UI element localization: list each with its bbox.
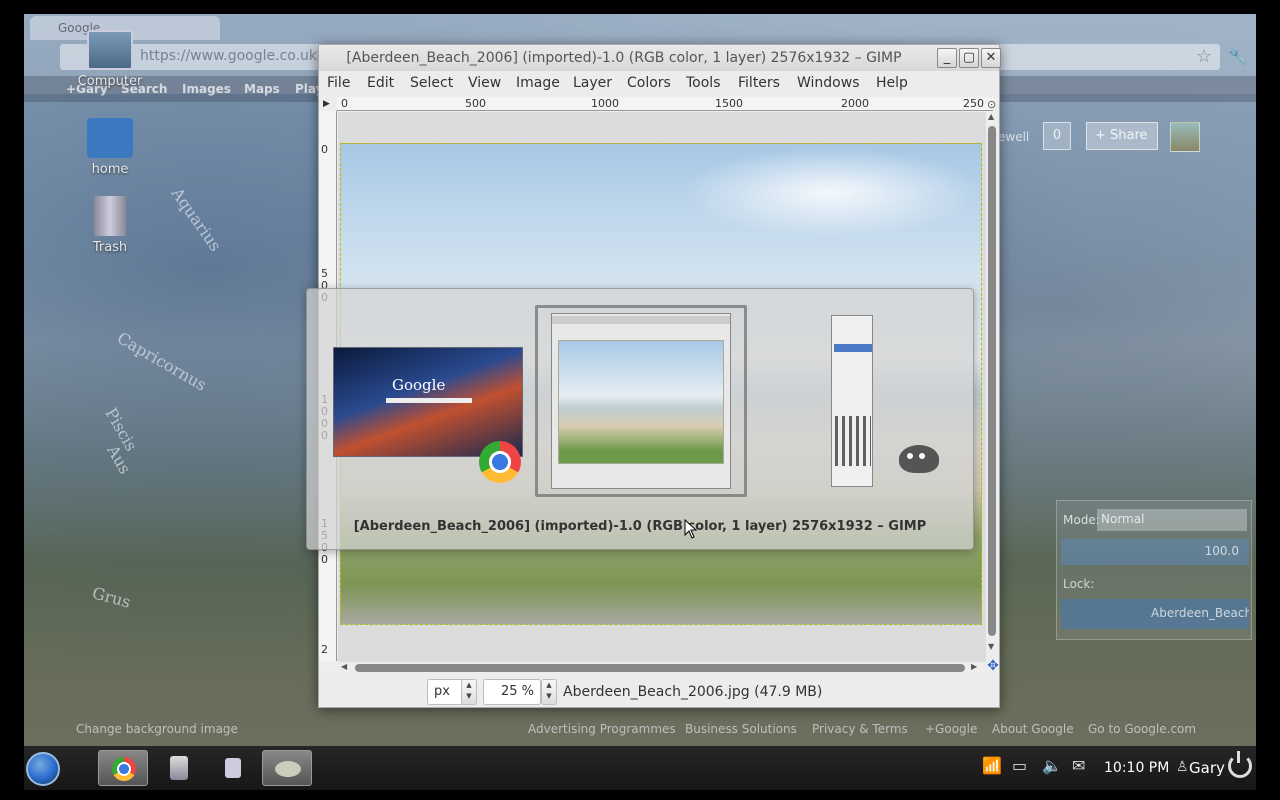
switcher-gimp-window[interactable] — [551, 313, 731, 489]
bookmark-star-icon[interactable]: ☆ — [1196, 46, 1212, 67]
zoom-spinner[interactable]: ▲ ▼ — [541, 679, 557, 705]
unit-spinner[interactable]: ▲ ▼ — [461, 679, 477, 705]
scroll-thumb[interactable] — [355, 664, 965, 672]
app-launcher-icon[interactable] — [26, 752, 60, 786]
clock[interactable]: 10:10 PM — [1104, 760, 1169, 776]
computer-icon — [87, 30, 133, 70]
footer-link[interactable]: Advertising Programmes — [528, 722, 676, 736]
menu-view[interactable]: View — [468, 75, 501, 91]
menu-colors[interactable]: Colors — [627, 75, 671, 91]
desktop-screen: Google https://www.google.co.uk ☆ 🔧 +Gar… — [0, 0, 1280, 800]
google-footer: Change background image Advertising Prog… — [24, 720, 1256, 740]
ghost-username: ewell — [998, 130, 1030, 144]
footer-link[interactable]: Go to Google.com — [1088, 722, 1196, 736]
navigate-icon[interactable]: ✥ — [986, 659, 1000, 673]
media-icon — [225, 758, 241, 778]
gimp-icon — [899, 445, 939, 473]
taskbar-gimp[interactable] — [262, 750, 312, 786]
mode-select[interactable]: Normal — [1097, 509, 1247, 531]
taskbar-chrome[interactable] — [98, 750, 148, 786]
home-folder-icon — [87, 118, 133, 158]
desktop-icon-trash[interactable]: Trash — [65, 196, 155, 255]
layer-row[interactable]: Aberdeen_Beach_20 — [1061, 599, 1249, 629]
mouse-cursor-icon — [684, 519, 698, 539]
share-button[interactable]: + Share — [1086, 122, 1158, 150]
avatar[interactable] — [1170, 122, 1200, 152]
desktop-icon-computer[interactable]: Computer — [65, 30, 155, 89]
scroll-thumb[interactable] — [988, 126, 996, 636]
share-count: 0 — [1043, 122, 1071, 150]
menu-select[interactable]: Select — [410, 75, 453, 91]
menu-help[interactable]: Help — [876, 75, 908, 91]
window-switcher: Google [Aberdeen_Beach_2006] (imported)-… — [306, 288, 974, 550]
quick-mask-icon[interactable]: ▶ — [323, 99, 330, 109]
taskbar: 📶 ▭ 🔈 ✉ 10:10 PM ♙ Gary — [24, 746, 1256, 790]
status-bar: px ▲ ▼ 25 % ▲ ▼ Aberdeen_Beach_2006.jpg (4… — [319, 677, 999, 707]
mode-label: Mode: — [1063, 513, 1100, 527]
wrench-icon[interactable]: 🔧 — [1228, 47, 1248, 66]
user-icon: ♙ — [1176, 759, 1189, 775]
switcher-window-title: [Aberdeen_Beach_2006] (imported)-1.0 (RG… — [353, 519, 927, 534]
taskbar-media[interactable] — [208, 750, 258, 786]
power-icon[interactable] — [1228, 751, 1252, 778]
lock-label: Lock: — [1063, 577, 1095, 591]
scroll-up-icon[interactable]: ▲ — [988, 112, 994, 121]
battery-icon[interactable]: ▭ — [1012, 756, 1027, 775]
menu-image[interactable]: Image — [516, 75, 560, 91]
network-icon[interactable]: 📶 — [982, 756, 1002, 775]
menu-tools[interactable]: Tools — [686, 75, 721, 91]
menu-bar: File Edit Select View Image Layer Colors… — [319, 71, 999, 97]
menu-windows[interactable]: Windows — [797, 75, 860, 91]
gimp-icon — [275, 761, 301, 777]
nav-item-images[interactable]: Images — [182, 82, 231, 96]
status-file-info: Aberdeen_Beach_2006.jpg (47.9 MB) — [563, 684, 823, 700]
zoom-fit-icon[interactable]: ⊙ — [987, 98, 996, 111]
file-manager-icon — [170, 756, 188, 780]
horizontal-scrollbar[interactable]: ◀ ▶ — [337, 662, 987, 674]
layers-dock: Mode: Normal 100.0 Lock: Aberdeen_Beach_… — [1056, 500, 1252, 640]
chrome-icon — [112, 757, 136, 781]
menu-layer[interactable]: Layer — [573, 75, 612, 91]
scroll-left-icon[interactable]: ◀ — [341, 662, 347, 671]
mail-icon[interactable]: ✉ — [1072, 756, 1085, 775]
menu-file[interactable]: File — [327, 75, 350, 91]
close-button[interactable]: ✕ — [981, 48, 1001, 68]
zoom-field[interactable]: 25 % — [483, 679, 541, 705]
taskbar-file-manager[interactable] — [154, 750, 204, 786]
minimize-button[interactable]: _ — [937, 48, 957, 68]
footer-link[interactable]: Business Solutions — [685, 722, 797, 736]
footer-link[interactable]: Privacy & Terms — [812, 722, 908, 736]
menu-filters[interactable]: Filters — [738, 75, 780, 91]
trash-icon — [94, 196, 126, 236]
nav-item-maps[interactable]: Maps — [244, 82, 280, 96]
window-titlebar[interactable]: [Aberdeen_Beach_2006] (imported)-1.0 (RG… — [319, 45, 999, 71]
vertical-scrollbar[interactable]: ▲ ▼ — [986, 112, 998, 662]
chrome-icon — [479, 441, 521, 483]
unit-select[interactable]: px — [427, 679, 465, 705]
footer-link[interactable]: Change background image — [76, 722, 238, 736]
menu-edit[interactable]: Edit — [367, 75, 394, 91]
desktop-icon-home[interactable]: home — [65, 118, 155, 177]
volume-icon[interactable]: 🔈 — [1042, 756, 1062, 775]
footer-link[interactable]: About Google — [992, 722, 1074, 736]
user-name[interactable]: Gary — [1189, 759, 1225, 777]
maximize-button[interactable]: ▢ — [959, 48, 979, 68]
horizontal-ruler: 0 500 1000 1500 2000 250 — [337, 97, 993, 111]
scroll-right-icon[interactable]: ▶ — [971, 662, 977, 671]
footer-link[interactable]: +Google — [925, 722, 977, 736]
scroll-down-icon[interactable]: ▼ — [988, 642, 994, 651]
opacity-slider[interactable]: 100.0 — [1061, 539, 1249, 565]
switcher-gimp-toolbox[interactable] — [831, 315, 873, 487]
